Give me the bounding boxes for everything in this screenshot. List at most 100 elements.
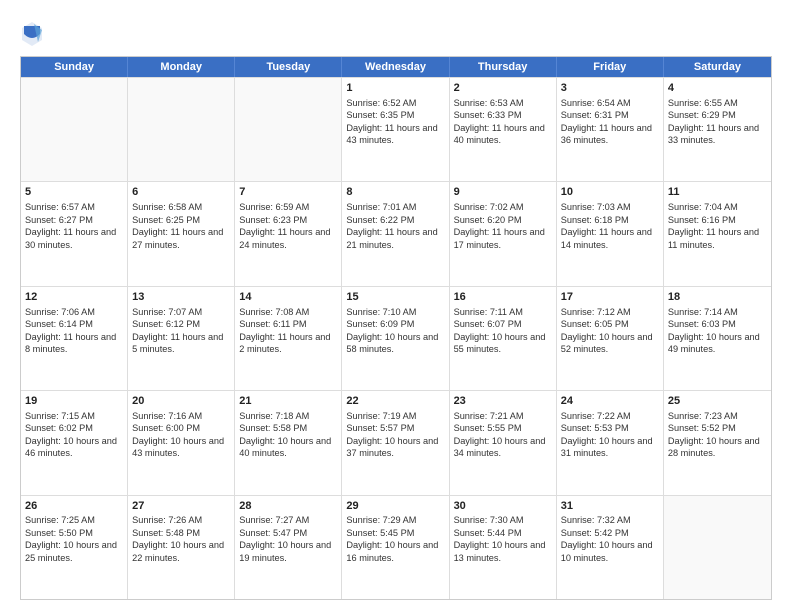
sunrise-text: Sunrise: 6:55 AM (668, 98, 738, 108)
daylight-text: Daylight: 10 hours and 10 minutes. (561, 540, 653, 562)
sunset-text: Sunset: 5:57 PM (346, 423, 414, 433)
sunset-text: Sunset: 5:53 PM (561, 423, 629, 433)
day-number: 18 (668, 290, 767, 305)
daylight-text: Daylight: 10 hours and 58 minutes. (346, 332, 438, 354)
sunrise-text: Sunrise: 7:04 AM (668, 202, 738, 212)
day-number: 1 (346, 81, 444, 96)
sunset-text: Sunset: 6:16 PM (668, 215, 736, 225)
sunrise-text: Sunrise: 7:21 AM (454, 411, 524, 421)
sunrise-text: Sunrise: 7:25 AM (25, 515, 95, 525)
day-number: 10 (561, 185, 659, 200)
sunset-text: Sunset: 5:45 PM (346, 528, 414, 538)
sunrise-text: Sunrise: 6:57 AM (25, 202, 95, 212)
sunrise-text: Sunrise: 6:58 AM (132, 202, 202, 212)
sunset-text: Sunset: 5:47 PM (239, 528, 307, 538)
day-number: 11 (668, 185, 767, 200)
sunrise-text: Sunrise: 6:59 AM (239, 202, 309, 212)
calendar-cell: 5Sunrise: 6:57 AMSunset: 6:27 PMDaylight… (21, 182, 128, 285)
sunset-text: Sunset: 5:42 PM (561, 528, 629, 538)
calendar-cell: 29Sunrise: 7:29 AMSunset: 5:45 PMDayligh… (342, 496, 449, 599)
calendar-cell: 9Sunrise: 7:02 AMSunset: 6:20 PMDaylight… (450, 182, 557, 285)
day-number: 6 (132, 185, 230, 200)
daylight-text: Daylight: 11 hours and 11 minutes. (668, 227, 759, 249)
sunset-text: Sunset: 6:23 PM (239, 215, 307, 225)
daylight-text: Daylight: 11 hours and 2 minutes. (239, 332, 330, 354)
calendar-row: 26Sunrise: 7:25 AM Sunset: 5:50 PM Dayligh… (21, 495, 771, 599)
day-number: 22 (346, 394, 444, 409)
daylight-text: Daylight: 11 hours and 27 minutes. (132, 227, 223, 249)
sunrise-text: Sunrise: 7:14 AM (668, 307, 738, 317)
sunrise-text: Sunrise: 7:32 AM (561, 515, 631, 525)
day-number: 26 (25, 499, 123, 514)
sunrise-text: Sunrise: 7:30 AM (454, 515, 524, 525)
daylight-text: Daylight: 10 hours and 49 minutes. (668, 332, 760, 354)
daylight-text: Daylight: 10 hours and 52 minutes. (561, 332, 653, 354)
calendar: SundayMondayTuesdayWednesdayThursdayFrid… (20, 56, 772, 600)
day-number: 7 (239, 185, 337, 200)
sunrise-text: Sunrise: 7:03 AM (561, 202, 631, 212)
sunset-text: Sunset: 6:14 PM (25, 319, 93, 329)
calendar-cell: 20Sunrise: 7:16 AMSunset: 6:00 PMDayligh… (128, 391, 235, 494)
sunrise-text: Sunrise: 7:19 AM (346, 411, 416, 421)
calendar-cell: 30Sunrise: 7:30 AMSunset: 5:44 PMDayligh… (450, 496, 557, 599)
calendar-cell: 3Sunrise: 6:54 AMSunset: 6:31 PMDaylight… (557, 78, 664, 181)
sunset-text: Sunset: 6:18 PM (561, 215, 629, 225)
day-number: 24 (561, 394, 659, 409)
calendar-cell: 19Sunrise: 7:15 AMSunset: 6:02 PMDayligh… (21, 391, 128, 494)
daylight-text: Daylight: 11 hours and 17 minutes. (454, 227, 545, 249)
calendar-cell: 27Sunrise: 7:26 AMSunset: 5:48 PMDayligh… (128, 496, 235, 599)
calendar-header: SundayMondayTuesdayWednesdayThursdayFrid… (21, 57, 771, 77)
weekday-header: Friday (557, 57, 664, 77)
sunrise-text: Sunrise: 6:54 AM (561, 98, 631, 108)
weekday-header: Thursday (450, 57, 557, 77)
sunset-text: Sunset: 6:02 PM (25, 423, 93, 433)
sunrise-text: Sunrise: 7:29 AM (346, 515, 416, 525)
daylight-text: Daylight: 11 hours and 8 minutes. (25, 332, 116, 354)
calendar-cell: 26Sunrise: 7:25 AMSunset: 5:50 PMDayligh… (21, 496, 128, 599)
calendar-cell: 22Sunrise: 7:19 AMSunset: 5:57 PMDayligh… (342, 391, 449, 494)
sunrise-text: Sunrise: 7:10 AM (346, 307, 416, 317)
sunrise-text: Sunrise: 7:01 AM (346, 202, 416, 212)
daylight-text: Daylight: 11 hours and 14 minutes. (561, 227, 652, 249)
sunrise-text: Sunrise: 6:52 AM (346, 98, 416, 108)
calendar-cell: 7Sunrise: 6:59 AMSunset: 6:23 PMDaylight… (235, 182, 342, 285)
calendar-cell: 18 Sunrise: 7:14 AM Sunset: 6:03 PM Dayligh… (664, 287, 771, 390)
sunrise-text: Sunrise: 7:08 AM (239, 307, 309, 317)
sunset-text: Sunset: 6:12 PM (132, 319, 200, 329)
calendar-cell: 8Sunrise: 7:01 AMSunset: 6:22 PMDaylight… (342, 182, 449, 285)
sunset-text: Sunset: 6:33 PM (454, 110, 522, 120)
calendar-cell: 25Sunrise: 7:23 AMSunset: 5:52 PMDayligh… (664, 391, 771, 494)
sunrise-text: Sunrise: 7:27 AM (239, 515, 309, 525)
sunset-text: Sunset: 6:07 PM (454, 319, 522, 329)
logo-icon (20, 20, 44, 48)
calendar-cell: 11 Sunrise: 7:04 AM Sunset: 6:16 PM Dayligh… (664, 182, 771, 285)
sunrise-text: Sunrise: 7:12 AM (561, 307, 631, 317)
calendar-row: 19Sunrise: 7:15 AMSunset: 6:02 PMDayligh… (21, 390, 771, 494)
day-number: 16 (454, 290, 552, 305)
calendar-cell: 6Sunrise: 6:58 AMSunset: 6:25 PMDaylight… (128, 182, 235, 285)
daylight-text: Daylight: 10 hours and 22 minutes. (132, 540, 224, 562)
day-number: 30 (454, 499, 552, 514)
day-number: 9 (454, 185, 552, 200)
day-number: 19 (25, 394, 123, 409)
calendar-cell: 4Sunrise: 6:55 AMSunset: 6:29 PMDaylight… (664, 78, 771, 181)
calendar-body: 1 Sunrise: 6:52 AM Sunset: 6:35 PM Daylight… (21, 77, 771, 599)
weekday-header: Tuesday (235, 57, 342, 77)
daylight-text: Daylight: 10 hours and 55 minutes. (454, 332, 546, 354)
calendar-row: 1 Sunrise: 6:52 AM Sunset: 6:35 PM Daylight… (21, 77, 771, 181)
sunset-text: Sunset: 6:31 PM (561, 110, 629, 120)
sunrise-text: Sunrise: 7:06 AM (25, 307, 95, 317)
calendar-cell (664, 496, 771, 599)
calendar-row: 5Sunrise: 6:57 AMSunset: 6:27 PMDaylight… (21, 181, 771, 285)
weekday-header: Monday (128, 57, 235, 77)
weekday-header: Wednesday (342, 57, 449, 77)
sunset-text: Sunset: 5:55 PM (454, 423, 522, 433)
daylight-text: Daylight: 11 hours and 33 minutes. (668, 123, 759, 145)
sunset-text: Sunset: 6:03 PM (668, 319, 736, 329)
sunset-text: Sunset: 6:35 PM (346, 110, 414, 120)
sunrise-text: Sunrise: 7:16 AM (132, 411, 202, 421)
day-number: 14 (239, 290, 337, 305)
page: SundayMondayTuesdayWednesdayThursdayFrid… (0, 0, 792, 612)
sunset-text: Sunset: 5:50 PM (25, 528, 93, 538)
daylight-text: Daylight: 10 hours and 46 minutes. (25, 436, 117, 458)
